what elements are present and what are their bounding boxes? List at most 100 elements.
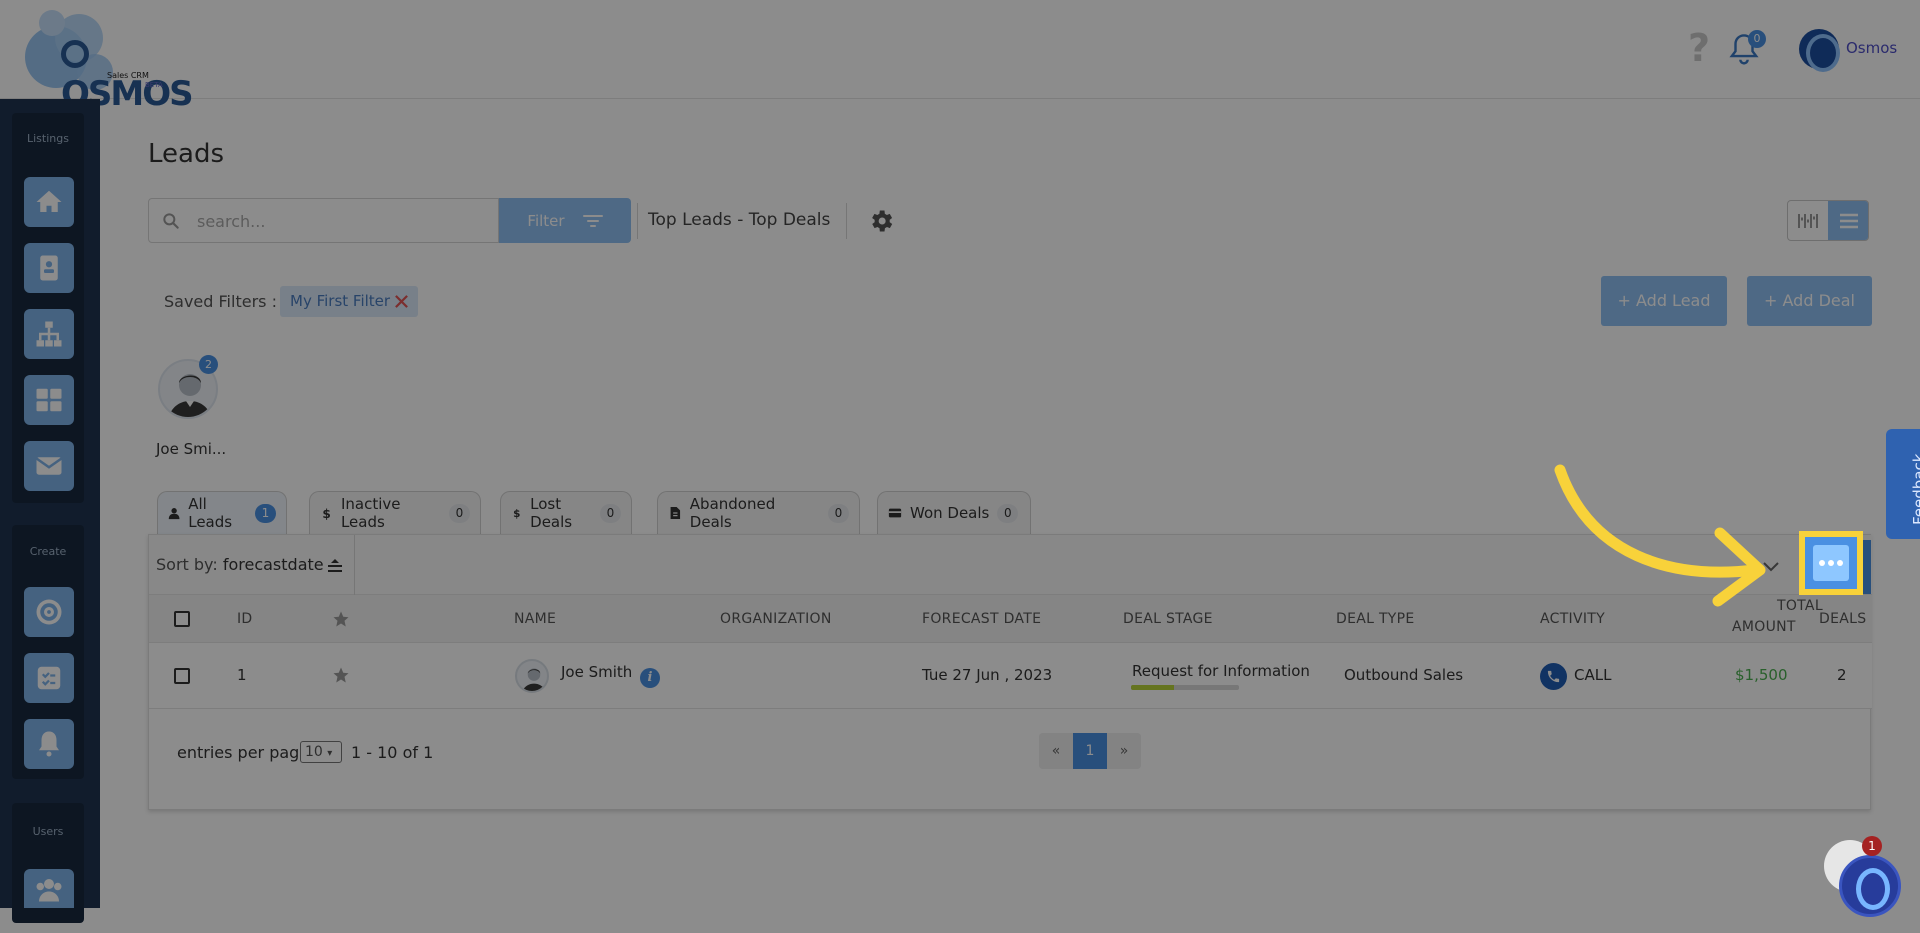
tab-count: 0 bbox=[828, 503, 849, 523]
column-id[interactable]: ID bbox=[237, 611, 253, 627]
tab-won-deals[interactable]: Won Deals 0 bbox=[877, 491, 1031, 534]
divider bbox=[846, 203, 847, 239]
row-activity[interactable]: CALL bbox=[1574, 666, 1611, 684]
help-icon[interactable]: ? bbox=[1688, 28, 1714, 68]
contact-card-icon[interactable] bbox=[24, 243, 74, 293]
tab-all-leads[interactable]: All Leads 1 bbox=[157, 491, 287, 534]
svg-text:$: $ bbox=[322, 507, 330, 520]
tutorial-arrow-icon bbox=[1554, 464, 1766, 607]
filter-label: Filter bbox=[527, 211, 565, 230]
sort-by[interactable]: Sort by: forecastdate bbox=[156, 555, 324, 574]
sort-value: forecastdate bbox=[222, 555, 324, 574]
sidebar: Listings Create Users bbox=[0, 99, 100, 923]
more-horizontal-icon bbox=[1813, 545, 1849, 581]
star-icon[interactable] bbox=[332, 610, 350, 628]
column-organization[interactable]: ORGANIZATION bbox=[720, 611, 832, 627]
bell-add-icon[interactable] bbox=[24, 719, 74, 769]
kanban-view-button[interactable] bbox=[1788, 201, 1828, 240]
search-input[interactable] bbox=[197, 209, 487, 233]
more-options-button[interactable] bbox=[1799, 531, 1863, 595]
top-leads-link[interactable]: Top Leads - Top Deals bbox=[648, 210, 830, 230]
star-icon[interactable] bbox=[332, 666, 350, 684]
app-header: OSMOS Sales CRM BETA ? 0 Osmos bbox=[0, 0, 1920, 114]
sidebar-title-users: Users bbox=[32, 825, 64, 838]
chat-unread-badge: 1 bbox=[1862, 836, 1882, 856]
add-lead-button[interactable]: + Add Lead bbox=[1601, 276, 1727, 326]
chat-widget-button[interactable] bbox=[1839, 855, 1901, 917]
home-icon[interactable] bbox=[24, 177, 74, 227]
org-chart-icon[interactable] bbox=[24, 309, 74, 359]
phone-icon[interactable] bbox=[1540, 663, 1567, 690]
dollar-icon: $ bbox=[322, 507, 330, 520]
per-page-value: 10 bbox=[305, 744, 323, 760]
users-icon[interactable] bbox=[24, 869, 74, 908]
feedback-label: Feedback bbox=[1910, 453, 1920, 525]
mail-icon[interactable] bbox=[24, 441, 74, 491]
lead-card-name[interactable]: Joe Smi... bbox=[156, 440, 226, 458]
entries-per-page-select[interactable]: 10 ▾ bbox=[300, 741, 342, 763]
tab-count: 0 bbox=[997, 503, 1019, 523]
sort-label: Sort by: bbox=[156, 555, 218, 574]
view-toggle bbox=[1787, 200, 1869, 241]
page-title: Leads bbox=[148, 139, 225, 169]
divider bbox=[637, 203, 638, 239]
sort-direction-icon[interactable] bbox=[325, 557, 345, 575]
gear-icon[interactable] bbox=[867, 207, 895, 235]
tab-label: Won Deals bbox=[910, 504, 990, 522]
column-forecast-date[interactable]: FORECAST DATE bbox=[922, 611, 1041, 627]
filter-button[interactable]: Filter bbox=[499, 198, 631, 243]
person-icon bbox=[522, 668, 546, 691]
deal-stage-progress-fill bbox=[1131, 685, 1175, 690]
document-icon bbox=[670, 506, 681, 520]
tab-inactive-leads[interactable]: $ Inactive Leads 0 bbox=[309, 491, 481, 534]
divider bbox=[354, 535, 355, 595]
table-row[interactable]: 1 Joe Smith i Tue 27 Jun , 2023 Request … bbox=[149, 643, 1872, 709]
column-amount[interactable]: AMOUNT bbox=[1732, 619, 1796, 635]
row-checkbox[interactable] bbox=[174, 668, 190, 684]
column-deals[interactable]: DEALS bbox=[1819, 611, 1866, 627]
column-total[interactable]: TOTAL bbox=[1777, 598, 1823, 614]
row-deal-type: Outbound Sales bbox=[1344, 666, 1464, 684]
select-all-checkbox[interactable] bbox=[174, 611, 190, 627]
kanban-icon bbox=[1798, 213, 1818, 228]
row-id: 1 bbox=[237, 666, 247, 684]
tab-count: 1 bbox=[255, 503, 276, 523]
row-deals: 2 bbox=[1837, 666, 1847, 684]
page-range: 1 - 10 of 1 bbox=[351, 743, 434, 762]
row-total-amount: $1,500 bbox=[1735, 666, 1788, 684]
svg-text:$: $ bbox=[513, 508, 520, 520]
search-box[interactable] bbox=[148, 198, 499, 243]
tab-lost-deals[interactable]: $ Lost Deals 0 bbox=[500, 491, 632, 534]
entries-per-page-label: entries per page bbox=[177, 743, 310, 762]
logo-beta: BETA bbox=[145, 81, 163, 89]
tab-count: 0 bbox=[600, 503, 621, 523]
logo-subtitle: Sales CRM bbox=[107, 71, 149, 80]
tab-abandoned-deals[interactable]: Abandoned Deals 0 bbox=[657, 491, 860, 534]
prev-page-button[interactable]: « bbox=[1039, 733, 1073, 769]
info-icon[interactable]: i bbox=[640, 668, 660, 688]
row-name[interactable]: Joe Smith bbox=[561, 663, 632, 681]
column-deal-stage[interactable]: DEAL STAGE bbox=[1123, 611, 1213, 627]
next-page-button[interactable]: » bbox=[1107, 733, 1141, 769]
dashboard-grid-icon[interactable] bbox=[24, 375, 74, 425]
list-view-button[interactable] bbox=[1828, 201, 1868, 240]
column-deal-type[interactable]: DEAL TYPE bbox=[1336, 611, 1415, 627]
close-icon[interactable] bbox=[394, 294, 409, 309]
osmos-logo[interactable]: OSMOS Sales CRM BETA bbox=[25, 8, 194, 114]
sidebar-title-create: Create bbox=[29, 545, 67, 558]
feedback-tab[interactable]: Feedback bbox=[1886, 429, 1920, 539]
column-name[interactable]: NAME bbox=[514, 611, 556, 627]
checklist-icon[interactable] bbox=[24, 653, 74, 703]
tab-label: Inactive Leads bbox=[340, 495, 401, 531]
notification-count-badge: 0 bbox=[1748, 30, 1766, 48]
page-1-button[interactable]: 1 bbox=[1073, 733, 1107, 769]
saved-filter-chip[interactable]: My First Filter bbox=[280, 286, 418, 317]
search-icon bbox=[163, 213, 179, 229]
target-icon[interactable] bbox=[24, 587, 74, 637]
user-name[interactable]: Osmos bbox=[1846, 39, 1897, 57]
sidebar-title-listings: Listings bbox=[27, 132, 69, 145]
add-deal-button[interactable]: + Add Deal bbox=[1747, 276, 1872, 326]
row-forecast-date: Tue 27 Jun , 2023 bbox=[922, 666, 1053, 684]
saved-filter-chip-label: My First Filter bbox=[290, 292, 391, 310]
user-avatar[interactable] bbox=[1799, 29, 1840, 72]
